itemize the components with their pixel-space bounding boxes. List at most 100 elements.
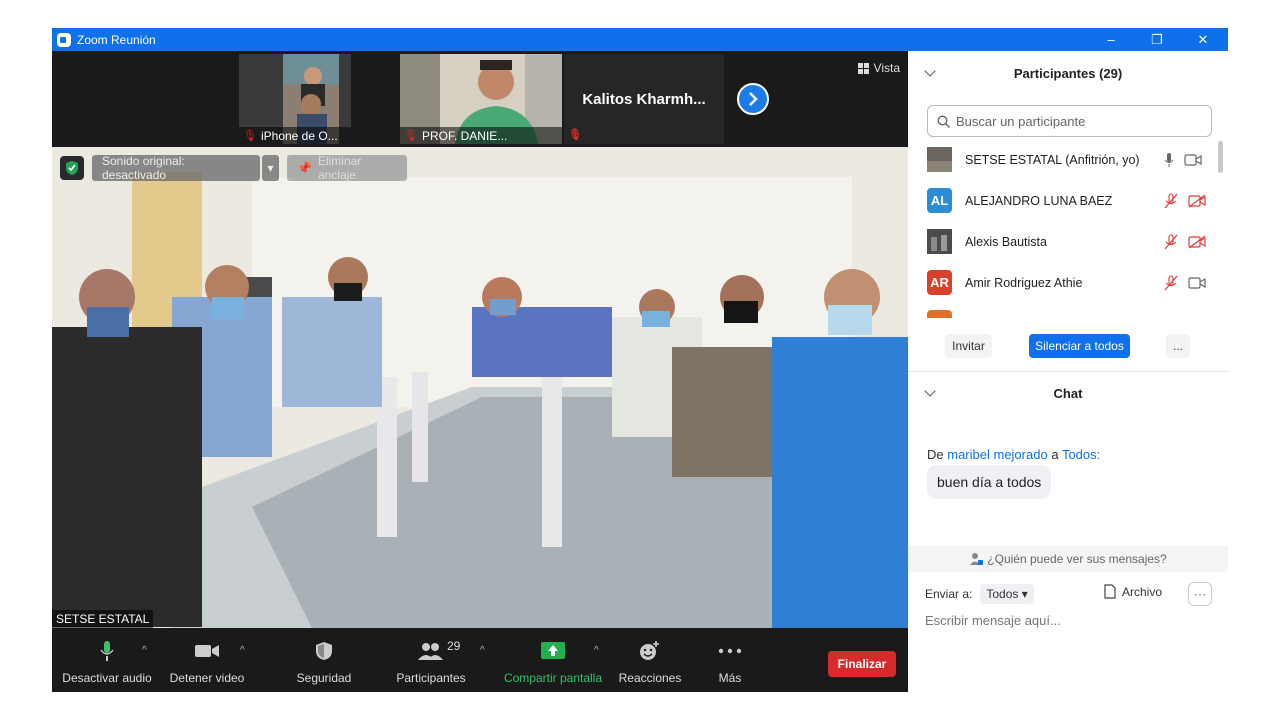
stop-video-button[interactable]: Detener video xyxy=(167,628,247,692)
thumb-name: 🎙 PROF. DANIE... xyxy=(400,127,562,144)
participants-count: 29 xyxy=(447,639,461,653)
video-options-caret[interactable]: ^ xyxy=(240,645,245,656)
participant-name: SETSE ESTATAL (Anfitrión, yo) xyxy=(965,152,1140,167)
microphone-icon xyxy=(100,640,114,662)
avatar xyxy=(927,147,952,172)
restore-button[interactable]: ❐ xyxy=(1134,28,1180,51)
mute-all-button[interactable]: Silenciar a todos xyxy=(1029,334,1130,358)
chat-more-button[interactable]: ··· xyxy=(1188,582,1212,606)
video-thumb[interactable]: 🎙 iPhone de O... xyxy=(239,54,351,144)
window-title: Zoom Reunión xyxy=(77,32,156,47)
video-off-icon xyxy=(1188,193,1206,208)
security-label: Seguridad xyxy=(296,671,352,685)
send-to-label: Enviar a: xyxy=(925,587,973,601)
stop-video-label: Detener video xyxy=(169,671,245,685)
chat-message-input[interactable]: Escribir mensaje aquí... xyxy=(925,613,1061,628)
thumbnail-strip: 🎙 iPhone de O... 🎙 PROF. DANIE... Kalitos … xyxy=(52,51,908,147)
participant-name: ALEJANDRO LUNA BAEZ xyxy=(965,193,1113,208)
participant-row[interactable]: AR Amir Rodriguez Athie xyxy=(908,262,1218,303)
reactions-label: Reacciones xyxy=(618,671,682,685)
next-page-button[interactable] xyxy=(737,83,769,115)
video-off-icon xyxy=(1188,234,1206,249)
mic-muted-icon: 🎙 xyxy=(243,130,257,142)
pin-icon: 📌 xyxy=(297,161,312,175)
share-options-caret[interactable]: ^ xyxy=(594,645,599,656)
chevron-down-icon: ▾ xyxy=(267,161,274,175)
mic-muted-icon: 🎙 xyxy=(568,129,582,141)
end-meeting-button[interactable]: Finalizar xyxy=(828,651,896,677)
thumb-name-text: PROF. DANIE... xyxy=(421,128,508,143)
avatar xyxy=(927,229,952,254)
unpin-button[interactable]: 📌 Eliminar anclaje xyxy=(287,154,407,182)
participant-search-input[interactable]: Buscar un participante xyxy=(927,105,1212,137)
audio-options-caret[interactable]: ^ xyxy=(142,645,147,656)
thumb-name: 🎙 iPhone de O... xyxy=(239,127,351,144)
mic-muted-icon xyxy=(1164,274,1178,290)
participant-name: Amir Rodriguez Athie xyxy=(965,275,1083,290)
search-placeholder: Buscar un participante xyxy=(956,113,1086,129)
chat-sender-link[interactable]: maribel mejorado xyxy=(947,447,1047,462)
participant-status-icons xyxy=(1164,233,1206,250)
reactions-button[interactable]: Reacciones xyxy=(615,628,685,692)
participants-scrollbar[interactable] xyxy=(1218,141,1223,173)
video-camera-icon xyxy=(1184,153,1202,166)
meeting-room-video xyxy=(52,147,908,628)
original-sound-button[interactable]: Sonido original: desactivado xyxy=(92,154,260,182)
participants-button[interactable]: 29 Participantes xyxy=(390,628,472,692)
original-sound-dropdown[interactable]: ▾ xyxy=(262,155,279,181)
participant-row[interactable]: Alexis Bautista xyxy=(908,221,1218,262)
minimize-button[interactable]: – xyxy=(1088,28,1134,51)
search-icon xyxy=(937,115,950,128)
main-video: Sonido original: desactivado ▾ 📌 Elimina… xyxy=(52,147,908,628)
zoom-logo-icon xyxy=(57,32,71,47)
chat-header[interactable]: Chat xyxy=(908,382,1228,404)
participants-options-caret[interactable]: ^ xyxy=(480,645,485,656)
invite-button[interactable]: Invitar xyxy=(945,334,992,358)
participants-header[interactable]: Participantes (29) xyxy=(908,62,1228,84)
chat-message-header: De maribel mejorado a Todos: xyxy=(927,447,1100,462)
original-sound-label: Sonido original: desactivado xyxy=(102,154,185,182)
chat-recipient-link[interactable]: Todos: xyxy=(1062,447,1100,462)
chat-message-bubble: buen día a todos xyxy=(927,465,1052,499)
participants-more-button[interactable]: ... xyxy=(1166,334,1190,358)
file-icon xyxy=(1104,584,1116,599)
title-bar: Zoom Reunión – ❐ ✕ xyxy=(52,28,1228,51)
mic-muted-icon xyxy=(1164,233,1178,249)
avatar: AL xyxy=(927,188,952,213)
recipient-dropdown[interactable]: Todos ▾ xyxy=(980,584,1034,604)
share-screen-button[interactable]: Compartir pantalla xyxy=(502,628,604,692)
more-button[interactable]: Más xyxy=(705,628,755,692)
participant-name: Alexis Bautista xyxy=(965,234,1047,249)
recipient-value: Todos xyxy=(986,587,1019,601)
side-panel: Participantes (29) Buscar un participant… xyxy=(908,51,1228,692)
participant-status-icons xyxy=(1164,192,1206,209)
mute-audio-button[interactable]: Desactivar audio xyxy=(62,628,152,692)
avatar: AR xyxy=(927,270,952,295)
mic-muted-icon: 🎙 xyxy=(404,130,418,142)
participant-row[interactable]: SETSE ESTATAL (Anfitrión, yo) xyxy=(908,139,1218,180)
avatar-partial xyxy=(927,310,952,318)
video-thumb[interactable]: 🎙 PROF. DANIE... xyxy=(400,54,562,144)
unpin-label: Eliminar anclaje xyxy=(317,154,362,182)
text-tile[interactable]: Kalitos Kharmh... 🎙 xyxy=(564,54,724,144)
chat-to-word: a xyxy=(1051,447,1059,462)
participant-row[interactable]: AL ALEJANDRO LUNA BAEZ xyxy=(908,180,1218,221)
close-button[interactable]: ✕ xyxy=(1180,28,1226,51)
participants-title: Participantes (29) xyxy=(1013,65,1123,81)
security-button[interactable]: Seguridad xyxy=(289,628,359,692)
smiley-plus-icon xyxy=(639,640,661,662)
message-visibility-info[interactable]: ¿Quién puede ver sus mensajes? xyxy=(908,546,1228,572)
encryption-shield-button[interactable] xyxy=(60,156,84,180)
participant-status-icons xyxy=(1164,274,1206,291)
video-camera-icon xyxy=(1188,276,1206,289)
grid-icon xyxy=(857,62,869,74)
file-button[interactable]: Archivo xyxy=(1104,584,1162,599)
microphone-icon xyxy=(1164,152,1174,167)
chevron-right-icon xyxy=(749,92,758,106)
view-button[interactable]: Vista xyxy=(857,61,900,75)
participants-label: Participantes xyxy=(396,671,466,685)
file-label: Archivo xyxy=(1122,584,1163,599)
chevron-down-icon: ▾ xyxy=(1021,587,1028,601)
zoom-window: Zoom Reunión – ❐ ✕ 🎙 iPhone de O... 🎙 PR… xyxy=(52,28,1228,692)
mic-muted-icon xyxy=(1164,192,1178,208)
